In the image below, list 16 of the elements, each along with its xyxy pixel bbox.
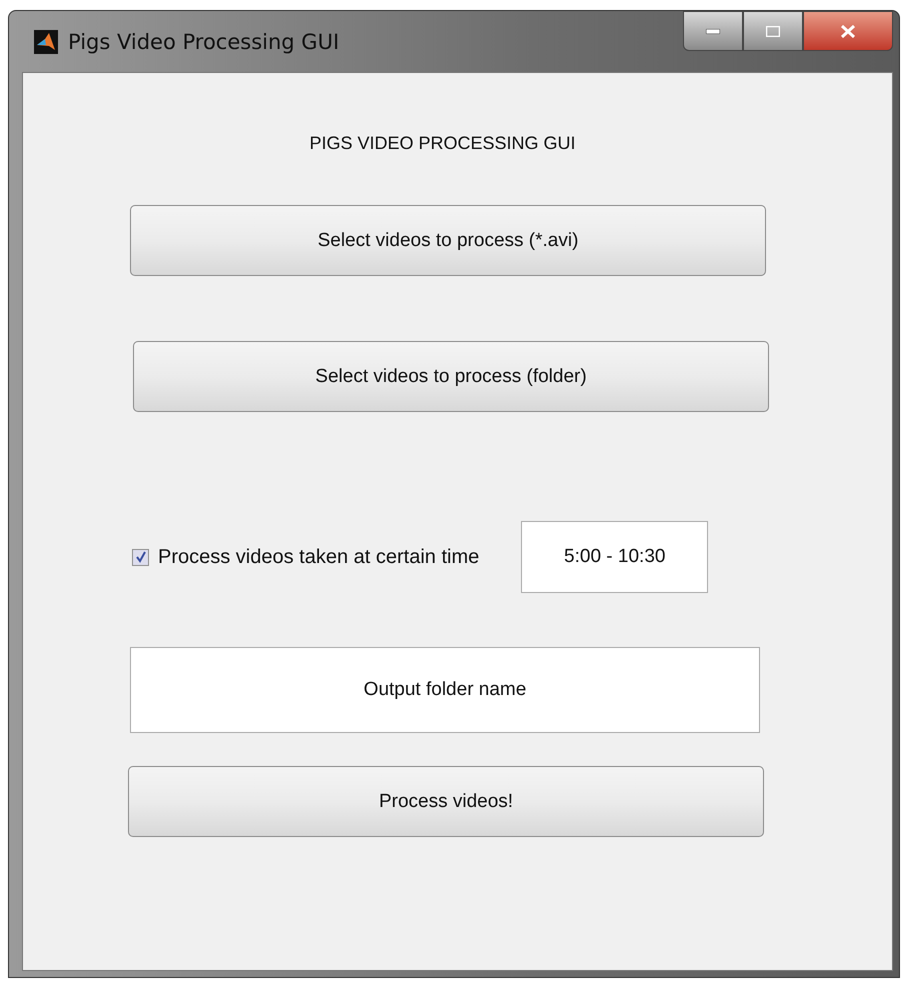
heading-text: PIGS VIDEO PROCESSING GUI [308,133,577,154]
minimize-icon [706,28,720,34]
select-files-button[interactable]: Select videos to process (*.avi) [130,205,766,276]
maximize-button[interactable] [743,11,803,51]
time-range-field[interactable]: 5:00 - 10:30 [521,521,708,593]
close-icon [840,24,856,38]
process-button[interactable]: Process videos! [128,766,764,837]
app-icon [34,30,58,54]
window-title: Pigs Video Processing GUI [68,30,340,54]
checkbox-label: Process videos taken at certain time [158,546,480,568]
output-folder-field[interactable]: Output folder name [130,647,760,733]
minimize-button[interactable] [683,11,743,51]
close-button[interactable] [803,11,893,51]
checkbox[interactable] [132,548,149,566]
select-folder-button[interactable]: Select videos to process (folder) [133,341,769,412]
maximize-icon [766,26,780,36]
